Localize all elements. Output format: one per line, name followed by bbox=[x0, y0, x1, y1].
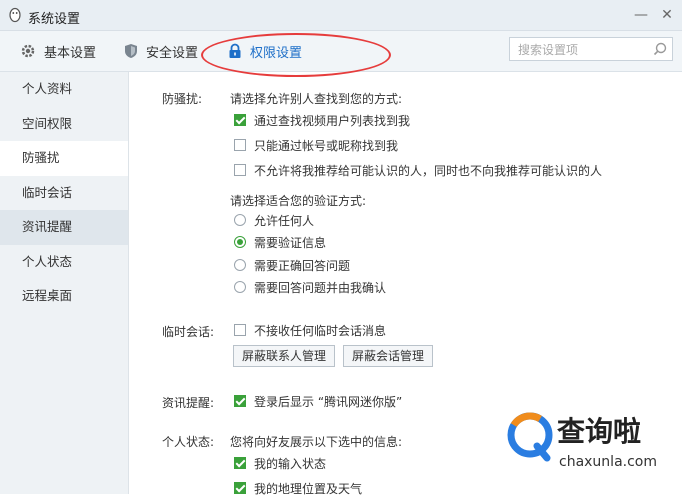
tab-label: 基本设置 bbox=[44, 45, 97, 61]
watermark-logo-icon bbox=[507, 412, 553, 462]
section-label-news: 资讯提醒: bbox=[162, 396, 215, 410]
option-label: 需要验证信息 bbox=[254, 235, 327, 250]
option-label: 登录后显示 “腾讯网迷你版” bbox=[254, 394, 403, 409]
verify-option-anyone[interactable]: 允许任何人 bbox=[234, 212, 314, 228]
verify-method-title: 请选择适合您的验证方式: bbox=[230, 194, 367, 208]
status-title: 您将向好友展示以下选中的信息: bbox=[230, 435, 403, 449]
sidebar-item-anti-harassment[interactable]: 防骚扰 bbox=[0, 141, 128, 176]
news-option-show-mini[interactable]: 登录后显示 “腾讯网迷你版” bbox=[234, 393, 402, 409]
tab-security-settings[interactable]: 安全设置 bbox=[124, 41, 198, 61]
find-option-no-recommend[interactable]: 不允许将我推荐给可能认识的人，同时也不向我推荐可能认识的人 bbox=[234, 162, 602, 178]
lock-icon bbox=[229, 43, 241, 58]
verify-option-answer-question[interactable]: 需要正确回答问题 bbox=[234, 257, 350, 273]
verify-option-answer-and-confirm[interactable]: 需要回答问题并由我确认 bbox=[234, 279, 386, 295]
option-label: 我的输入状态 bbox=[254, 456, 327, 471]
option-label: 通过查找视频用户列表找到我 bbox=[254, 113, 411, 128]
block-sessions-button[interactable]: 屏蔽会话管理 bbox=[343, 345, 434, 367]
checkbox[interactable] bbox=[234, 164, 246, 176]
sidebar-item-news-reminder[interactable]: 资讯提醒 bbox=[0, 210, 128, 245]
option-label: 只能通过帐号或昵称找到我 bbox=[254, 138, 399, 153]
watermark: 查询啦 chaxunla.com bbox=[505, 404, 675, 484]
minimize-button[interactable]: — bbox=[632, 6, 650, 24]
penguin-icon bbox=[9, 7, 21, 23]
tab-label: 安全设置 bbox=[146, 45, 199, 61]
tab-permission-settings[interactable]: 权限设置 bbox=[228, 41, 302, 61]
verify-option-need-info[interactable]: 需要验证信息 bbox=[234, 234, 326, 250]
shield-icon bbox=[125, 44, 137, 58]
checkbox[interactable] bbox=[234, 139, 246, 151]
checkbox[interactable] bbox=[234, 324, 246, 336]
tab-basic-settings[interactable]: 基本设置 bbox=[20, 41, 96, 61]
temp-session-option-block-all[interactable]: 不接收任何临时会话消息 bbox=[234, 322, 386, 338]
option-label: 允许任何人 bbox=[254, 213, 315, 228]
find-option-account-only[interactable]: 只能通过帐号或昵称找到我 bbox=[234, 137, 398, 153]
section-label-anti-harass: 防骚扰: bbox=[162, 92, 203, 106]
radio[interactable] bbox=[234, 214, 246, 226]
title-bar: 系统设置 — ✕ bbox=[0, 0, 682, 31]
sidebar-item-space-permission[interactable]: 空间权限 bbox=[0, 107, 128, 142]
watermark-url: chaxunla.com bbox=[559, 454, 657, 470]
option-label: 不允许将我推荐给可能认识的人，同时也不向我推荐可能认识的人 bbox=[254, 163, 603, 178]
checkbox[interactable] bbox=[234, 482, 246, 494]
sidebar-item-personal-status[interactable]: 个人状态 bbox=[0, 245, 128, 280]
option-label: 需要回答问题并由我确认 bbox=[254, 280, 387, 295]
sidebar-item-remote-desktop[interactable]: 远程桌面 bbox=[0, 279, 128, 314]
window-title: 系统设置 bbox=[28, 12, 81, 27]
radio[interactable] bbox=[234, 281, 246, 293]
find-method-title: 请选择允许别人查找到您的方式: bbox=[230, 92, 403, 106]
gear-icon bbox=[21, 44, 35, 58]
checkbox[interactable] bbox=[234, 395, 246, 407]
status-option-typing[interactable]: 我的输入状态 bbox=[234, 455, 326, 471]
block-contacts-button[interactable]: 屏蔽联系人管理 bbox=[233, 345, 336, 367]
radio[interactable] bbox=[234, 236, 246, 248]
sidebar: 个人资料 空间权限 防骚扰 临时会话 资讯提醒 个人状态 远程桌面 bbox=[0, 72, 129, 494]
find-option-video-list[interactable]: 通过查找视频用户列表找到我 bbox=[234, 112, 410, 128]
search-box[interactable] bbox=[509, 37, 673, 61]
search-icon[interactable] bbox=[652, 41, 668, 57]
sidebar-item-temp-session[interactable]: 临时会话 bbox=[0, 176, 128, 211]
close-button[interactable]: ✕ bbox=[658, 6, 676, 24]
option-label: 不接收任何临时会话消息 bbox=[254, 323, 387, 338]
option-label: 需要正确回答问题 bbox=[254, 258, 351, 273]
watermark-name: 查询啦 bbox=[557, 415, 642, 448]
section-label-status: 个人状态: bbox=[162, 435, 215, 449]
radio[interactable] bbox=[234, 259, 246, 271]
checkbox[interactable] bbox=[234, 457, 246, 469]
tab-label: 权限设置 bbox=[250, 45, 303, 61]
checkbox[interactable] bbox=[234, 114, 246, 126]
section-label-temp-session: 临时会话: bbox=[162, 325, 215, 339]
sidebar-item-profile[interactable]: 个人资料 bbox=[0, 72, 128, 107]
search-input[interactable] bbox=[516, 39, 650, 61]
